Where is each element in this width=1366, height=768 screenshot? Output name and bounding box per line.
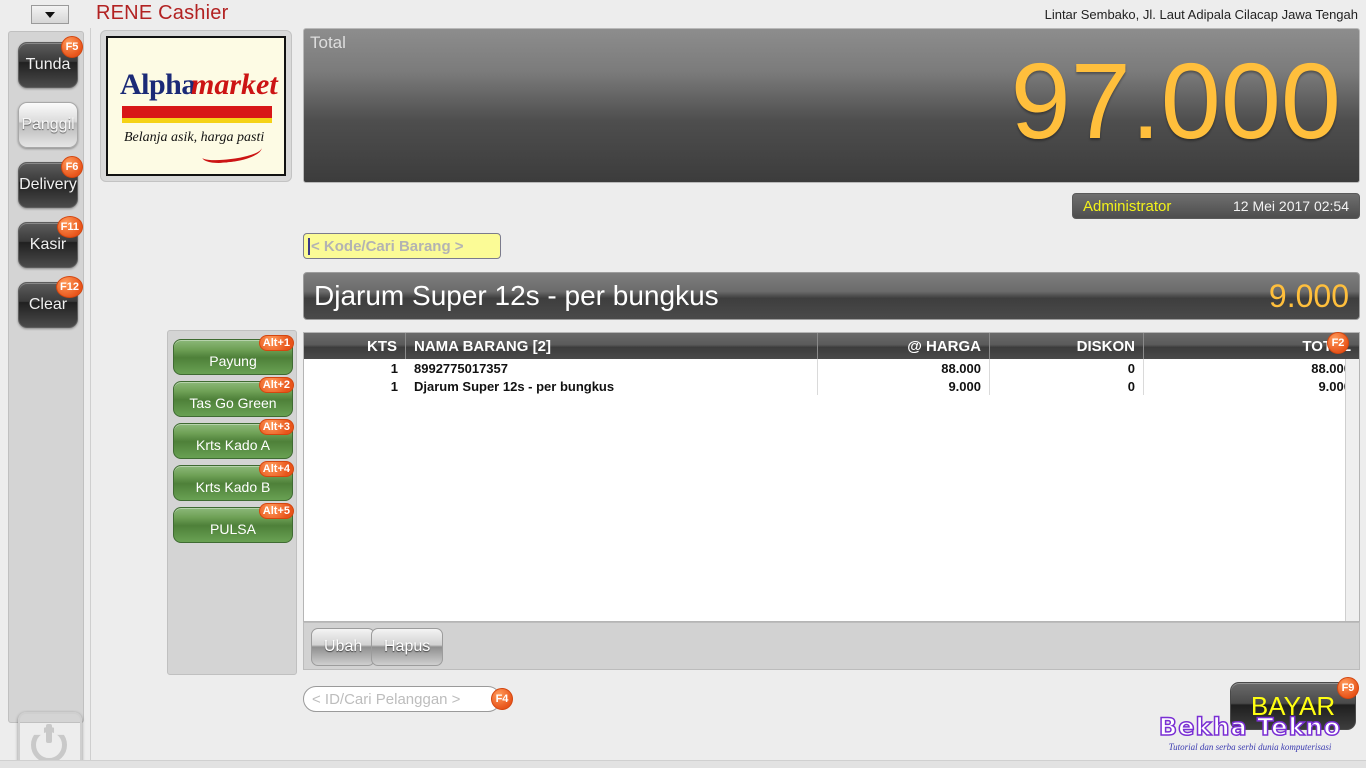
top-bar: RENE Cashier Lintar Sembako, Jl. Laut Ad… [0,0,1366,28]
total-display-panel: Total 97.000 [303,28,1360,183]
current-item-name: Djarum Super 12s - per bungkus [314,280,719,311]
logo-word-alpha: Alpha [120,68,196,101]
fkey-badge-alt4: Alt+4 [258,461,294,477]
table-row[interactable]: 1 Djarum Super 12s - per bungkus 9.000 0… [304,377,1359,395]
logo-red-bar [122,106,272,118]
customer-search-input[interactable]: < ID/Cari Pelanggan > [303,686,501,712]
sidebar-item-label: Kasir [29,236,67,253]
quick-item-pulsa[interactable]: PULSA Alt+5 [173,503,294,543]
fkey-badge-f12: F12 [56,276,83,298]
fkey-badge-f2: F2 [1327,332,1349,354]
fkey-badge-f6: F6 [61,156,83,178]
quick-item-krts-kado-a[interactable]: Krts Kado A Alt+3 [173,419,294,459]
cell-kts: 1 [390,360,398,376]
cell-diskon: 0 [990,377,1144,395]
current-user-label: Administrator [1083,197,1172,215]
column-header-nama: NAMA BARANG [2] [406,333,818,359]
cart-table: KTS NAMA BARANG [2] @ HARGA DISKON TOTAL… [303,332,1360,622]
product-search-input[interactable]: < Kode/Cari Barang > [303,233,501,259]
sidebar-item-kasir[interactable]: Kasir F11 [18,216,83,268]
quick-item-tas-go-green[interactable]: Tas Go Green Alt+2 [173,377,294,417]
cell-kts: 1 [390,378,398,394]
quick-item-label: PULSA [210,521,256,537]
text-cursor [308,237,310,255]
store-logo: Alpha market Belanja asik, harga pasti [100,30,292,182]
fkey-badge-f5: F5 [61,36,83,58]
pos-app-window: RENE Cashier Lintar Sembako, Jl. Laut Ad… [0,0,1366,768]
cell-diskon: 0 [990,359,1144,377]
column-header-kts: KTS [304,333,406,359]
watermark: Bekha Tekno Tutorial dan serba serbi dun… [1150,712,1350,752]
quick-item-label: Krts Kado A [196,437,270,453]
quick-item-panel: Payung Alt+1 Tas Go Green Alt+2 Krts Kad… [167,330,297,675]
total-label: Total [310,33,346,52]
sidebar-item-label: Delivery [19,176,77,193]
fkey-badge-alt5: Alt+5 [258,503,294,519]
logo-yellow-bar [122,118,272,123]
sidebar-button-panel: Tunda F5 Panggil Delivery F6 Kasir F11 C… [8,31,84,723]
cell-harga: 9.000 [818,377,990,395]
cell-harga: 88.000 [818,359,990,377]
logo-swoosh-icon [201,139,263,165]
column-header-harga: @ HARGA [818,333,990,359]
cell-nama: 8992775017357 [406,359,818,377]
product-search-placeholder: < Kode/Cari Barang > [311,237,464,255]
table-row[interactable]: 1 8992775017357 88.000 0 88.000 [304,359,1359,377]
edit-item-button[interactable]: Ubah [311,628,376,666]
quick-item-payung[interactable]: Payung Alt+1 [173,335,294,375]
logo-word-market: market [191,68,278,101]
delete-item-button[interactable]: Hapus [371,628,444,666]
sidebar-item-panggil[interactable]: Panggil [18,102,78,148]
session-bar: Administrator 12 Mei 2017 02:54 [1072,193,1360,219]
quick-item-label: Krts Kado B [195,479,271,495]
power-icon [31,724,69,763]
watermark-title: Bekha Tekno [1158,712,1342,742]
quick-item-label: Tas Go Green [189,395,277,411]
sidebar-item-clear[interactable]: Clear F12 [18,276,83,328]
chevron-down-icon [45,11,55,18]
cart-table-header: KTS NAMA BARANG [2] @ HARGA DISKON TOTAL [304,333,1359,359]
left-sidebar: Tunda F5 Panggil Delivery F6 Kasir F11 C… [0,28,91,768]
quick-item-krts-kado-b[interactable]: Krts Kado B Alt+4 [173,461,294,501]
current-datetime-label: 12 Mei 2017 02:54 [1233,198,1349,214]
cell-nama: Djarum Super 12s - per bungkus [406,377,818,395]
current-item-price: 9.000 [1268,277,1349,314]
cart-table-scrollbar[interactable] [1345,359,1359,621]
cart-action-bar: Ubah Hapus [303,622,1360,670]
fkey-badge-f9: F9 [1337,677,1359,699]
fkey-badge-alt1: Alt+1 [258,335,294,351]
status-strip [0,760,1366,768]
store-logo-canvas: Alpha market Belanja asik, harga pasti [106,36,286,176]
sidebar-item-label: Clear [28,296,68,313]
cell-total: 9.000 [1318,378,1351,394]
customer-search-placeholder: < ID/Cari Pelanggan > [312,690,461,708]
fkey-badge-f11: F11 [56,216,83,238]
total-amount: 97.000 [1010,40,1341,161]
menu-dropdown-button[interactable] [31,5,69,24]
column-header-diskon: DISKON [990,333,1144,359]
sidebar-item-delivery[interactable]: Delivery F6 [18,156,83,208]
fkey-badge-f4: F4 [491,688,513,710]
sidebar-item-tunda[interactable]: Tunda F5 [18,36,83,88]
sidebar-item-label: Panggil [21,116,75,133]
fkey-badge-alt3: Alt+3 [258,419,294,435]
quick-item-label: Payung [209,353,257,369]
watermark-subtitle: Tutorial dan serba serbi dunia komputeri… [1168,742,1332,752]
fkey-badge-alt2: Alt+2 [258,377,294,393]
sidebar-item-label: Tunda [25,56,71,73]
current-item-display: Djarum Super 12s - per bungkus 9.000 [303,272,1360,320]
cell-total: 88.000 [1311,360,1351,376]
store-info-label: Lintar Sembako, Jl. Laut Adipala Cilacap… [1044,7,1358,22]
cart-table-body: 1 8992775017357 88.000 0 88.000 1 Djarum… [304,359,1359,621]
page-title: RENE Cashier [96,2,229,24]
